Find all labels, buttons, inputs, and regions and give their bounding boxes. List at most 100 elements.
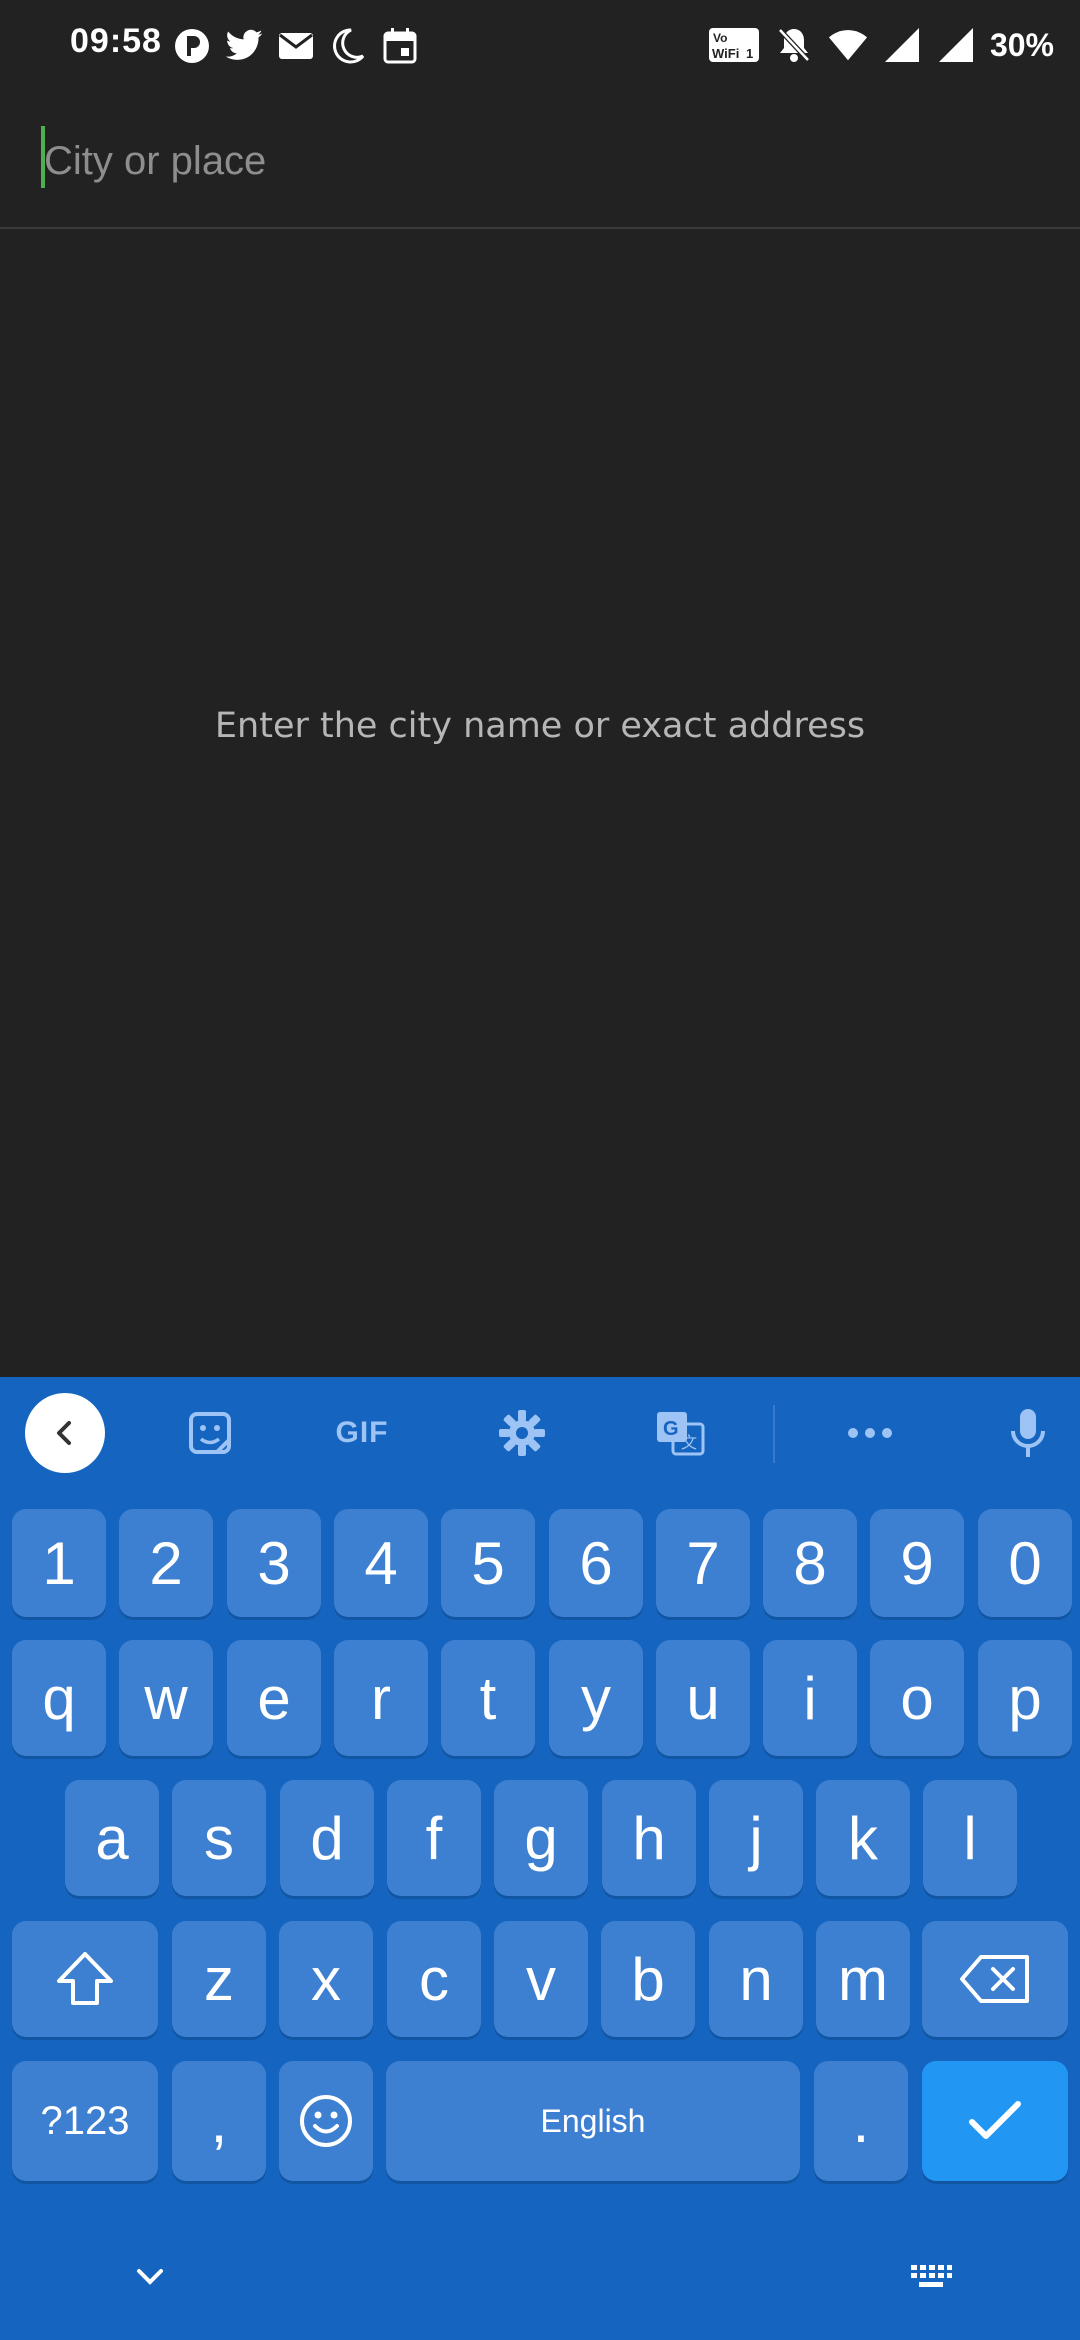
key-z[interactable]: z <box>172 1921 266 2037</box>
key-j[interactable]: j <box>709 1780 803 1896</box>
key-x-label: x <box>311 1945 341 2013</box>
key-k[interactable]: k <box>816 1780 910 1896</box>
app-icon <box>172 26 212 66</box>
emoji-key[interactable] <box>279 2061 373 2181</box>
collapse-toolbar-button[interactable] <box>25 1393 105 1473</box>
key-g[interactable]: g <box>494 1780 588 1896</box>
empty-state-hint: Enter the city name or exact address <box>214 706 866 746</box>
text-cursor <box>41 126 45 188</box>
key-n[interactable]: n <box>709 1921 803 2037</box>
svg-text:Vo: Vo <box>713 31 727 45</box>
key-v-label: v <box>526 1945 556 2013</box>
key-u[interactable]: u <box>656 1640 750 1756</box>
key-6[interactable]: 6 <box>549 1509 643 1617</box>
key-z-label: z <box>204 1945 234 2013</box>
key-b[interactable]: b <box>601 1921 695 2037</box>
key-7-label: 7 <box>686 1529 720 1597</box>
key-2[interactable]: 2 <box>119 1509 213 1617</box>
key-s[interactable]: s <box>172 1780 266 1896</box>
svg-text:1: 1 <box>746 46 753 61</box>
settings-button[interactable] <box>492 1399 552 1467</box>
key-k-label: k <box>848 1804 878 1872</box>
key-s-label: s <box>204 1804 234 1872</box>
key-3[interactable]: 3 <box>227 1509 321 1617</box>
key-c[interactable]: c <box>387 1921 481 2037</box>
key-b-label: b <box>631 1945 665 2013</box>
key-f[interactable]: f <box>387 1780 481 1896</box>
key-p[interactable]: p <box>978 1640 1072 1756</box>
calendar-icon <box>380 26 420 66</box>
key-n-label: n <box>739 1945 773 2013</box>
translate-icon: G文 <box>657 1412 705 1456</box>
shift-key[interactable] <box>12 1921 158 2037</box>
key-p-label: p <box>1008 1664 1042 1732</box>
key-x[interactable]: x <box>279 1921 373 2037</box>
status-time: 09:58 <box>70 22 162 60</box>
key-1-label: 1 <box>42 1529 76 1597</box>
key-m[interactable]: m <box>816 1921 910 2037</box>
microphone-icon <box>1011 1409 1045 1457</box>
backspace-key[interactable] <box>922 1921 1068 2037</box>
key-a[interactable]: a <box>65 1780 159 1896</box>
key-1[interactable]: 1 <box>12 1509 106 1617</box>
keyboard-toolbar: GIF G文 <box>0 1377 1080 1489</box>
key-6-label: 6 <box>579 1529 613 1597</box>
key-5-label: 5 <box>471 1529 505 1597</box>
key-w[interactable]: w <box>119 1640 213 1756</box>
key-7[interactable]: 7 <box>656 1509 750 1617</box>
key-r[interactable]: r <box>334 1640 428 1756</box>
space-key-label: English <box>540 2102 646 2139</box>
key-y-label: y <box>581 1664 611 1732</box>
key-o[interactable]: o <box>870 1640 964 1756</box>
key-9[interactable]: 9 <box>870 1509 964 1617</box>
notification-icons <box>172 24 420 68</box>
key-8[interactable]: 8 <box>763 1509 857 1617</box>
translate-button[interactable]: G文 <box>650 1399 710 1467</box>
key-e-label: e <box>257 1664 291 1732</box>
signal-icon <box>882 25 922 65</box>
key-o-label: o <box>900 1664 934 1732</box>
hide-keyboard-button[interactable] <box>130 2257 170 2297</box>
key-q-label: q <box>42 1664 76 1732</box>
key-2-label: 2 <box>149 1529 183 1597</box>
more-options-button[interactable] <box>840 1399 900 1467</box>
search-bar <box>0 108 1080 228</box>
city-search-input[interactable] <box>40 118 1044 204</box>
comma-key[interactable]: , <box>172 2061 266 2181</box>
key-y[interactable]: y <box>549 1640 643 1756</box>
symbols-key[interactable]: ?123 <box>12 2061 158 2181</box>
more-horizontal-icon <box>848 1428 892 1438</box>
enter-key[interactable] <box>922 2061 1068 2181</box>
wifi-icon <box>828 25 868 65</box>
switch-keyboard-button[interactable] <box>906 2257 956 2297</box>
period-key[interactable]: . <box>814 2061 908 2181</box>
key-t[interactable]: t <box>441 1640 535 1756</box>
key-w-label: w <box>144 1664 188 1732</box>
key-h[interactable]: h <box>602 1780 696 1896</box>
voice-input-button[interactable] <box>1000 1399 1056 1467</box>
key-d-label: d <box>310 1804 344 1872</box>
key-q[interactable]: q <box>12 1640 106 1756</box>
key-d[interactable]: d <box>280 1780 374 1896</box>
sticker-icon <box>189 1412 231 1454</box>
key-5[interactable]: 5 <box>441 1509 535 1617</box>
key-l[interactable]: l <box>923 1780 1017 1896</box>
key-4[interactable]: 4 <box>334 1509 428 1617</box>
status-bar: 09:58 Vo WiFi 1 30% <box>0 0 1080 90</box>
key-0[interactable]: 0 <box>978 1509 1072 1617</box>
toolbar-separator <box>773 1405 775 1463</box>
emoji-icon <box>300 2095 352 2147</box>
twitter-icon <box>224 26 264 66</box>
gear-icon <box>499 1410 545 1456</box>
key-v[interactable]: v <box>494 1921 588 2037</box>
space-key[interactable]: English <box>386 2061 800 2181</box>
key-e[interactable]: e <box>227 1640 321 1756</box>
sticker-button[interactable] <box>180 1399 240 1467</box>
gif-label: GIF <box>335 1416 389 1449</box>
key-i[interactable]: i <box>763 1640 857 1756</box>
key-f-label: f <box>425 1804 443 1872</box>
search-divider <box>0 227 1080 229</box>
shift-icon <box>57 1952 113 2005</box>
comma-key-label: , <box>210 2087 228 2155</box>
gif-button[interactable]: GIF <box>322 1399 402 1467</box>
